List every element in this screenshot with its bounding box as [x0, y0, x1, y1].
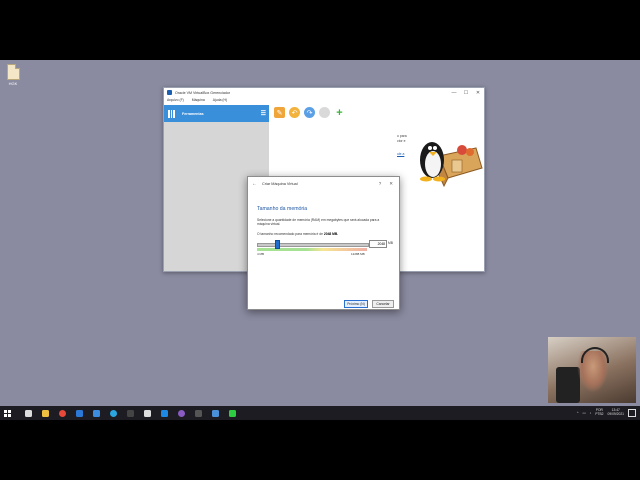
dialog-close-button[interactable]: ✕ [389, 181, 393, 187]
menu-machine[interactable]: Máquina [192, 98, 205, 102]
virtualbox-taskbar-icon[interactable] [212, 409, 219, 417]
back-arrow-icon[interactable]: ← [252, 181, 257, 187]
app-icon[interactable] [195, 409, 202, 417]
cancel-button[interactable]: Cancelar [372, 300, 394, 308]
desktop-file-icon[interactable]: HGK [4, 64, 22, 86]
create-vm-dialog: ← Criar Máquina Virtual ? ✕ Tamanho da m… [247, 176, 400, 310]
dialog-title: Criar Máquina Virtual [262, 182, 298, 186]
menu-bar: Arquivo (F) Máquina Ajuda (H) [164, 97, 484, 103]
tools-icon [168, 109, 177, 118]
slider-min-label: 4 MB [257, 252, 265, 256]
sidebar-item-tools[interactable]: Ferramentas ☰ [164, 105, 269, 122]
vscode-icon[interactable] [161, 409, 168, 417]
welcome-text: o para ctor e ule a [397, 134, 407, 157]
export-icon[interactable]: ↷ [304, 107, 315, 118]
slider-max-label: 12288 MB [351, 252, 365, 256]
system-tray: ^ ▭ ♪ POR PTB2 13:47 09/09/2021 [577, 409, 636, 417]
green-app-icon[interactable] [229, 409, 236, 417]
memory-slider[interactable] [257, 240, 369, 251]
file-explorer-icon[interactable] [42, 409, 49, 417]
slider-scale [257, 248, 367, 251]
window-titlebar[interactable]: Oracle VM VirtualBox Gerenciador — ☐ ✕ [164, 88, 484, 97]
desktop-icon-label: HGK [8, 81, 18, 86]
memory-input[interactable]: 2048 [369, 240, 387, 248]
close-button[interactable]: ✕ [472, 90, 484, 96]
dialog-titlebar[interactable]: ← Criar Máquina Virtual ? ✕ [248, 177, 399, 191]
new-machine-icon[interactable]: + [334, 107, 345, 119]
welcome-link[interactable]: ule a [397, 152, 407, 157]
telegram-icon[interactable] [110, 409, 117, 417]
notepad-icon[interactable] [144, 409, 151, 417]
slider-track[interactable] [257, 243, 369, 247]
preferences-icon[interactable]: ✎ [274, 107, 285, 118]
dialog-heading: Tamanho da memória [257, 206, 308, 212]
chrome-icon[interactable] [59, 409, 66, 417]
webcam-overlay [548, 337, 636, 403]
help-button[interactable]: ? [379, 181, 382, 187]
obs-icon[interactable] [178, 409, 185, 417]
taskbar: ^ ▭ ♪ POR PTB2 13:47 09/09/2021 [0, 406, 640, 420]
window-title: Oracle VM VirtualBox Gerenciador [175, 90, 231, 95]
memory-unit-label: MB [388, 241, 393, 245]
tux-penguin-icon [420, 142, 483, 188]
windows-start-icon[interactable] [4, 409, 11, 417]
notifications-icon[interactable] [628, 409, 636, 417]
slider-thumb[interactable] [274, 240, 280, 249]
next-button[interactable]: Próximo (N) [344, 300, 368, 308]
volume-icon[interactable]: ♪ [590, 411, 592, 415]
dialog-description: Selecione a quantidade de memória (RAM) … [257, 218, 380, 227]
language-indicator[interactable]: POR PTB2 [595, 409, 603, 416]
recommended-memory: O tamanho recomendado para memória é de … [257, 232, 339, 236]
list-menu-icon[interactable]: ☰ [261, 110, 266, 117]
clock[interactable]: 13:47 09/09/2021 [607, 409, 624, 416]
file-icon [6, 64, 20, 80]
main-toolbar: ✎ ↶ ↷ + [274, 107, 345, 119]
minimize-button[interactable]: — [448, 90, 460, 96]
edge-icon[interactable] [93, 409, 100, 417]
virtualbox-logo-icon [167, 90, 172, 95]
headphones-icon [581, 347, 609, 363]
terminal-icon[interactable] [127, 409, 134, 417]
maximize-button[interactable]: ☐ [460, 90, 472, 96]
tray-chevron-icon[interactable]: ^ [577, 411, 579, 415]
extensions-icon[interactable] [319, 107, 330, 118]
import-icon[interactable]: ↶ [289, 107, 300, 118]
menu-file[interactable]: Arquivo (F) [167, 98, 184, 102]
sidebar-tools-label: Ferramentas [182, 111, 204, 116]
menu-help[interactable]: Ajuda (H) [213, 98, 227, 102]
mail-icon[interactable] [76, 409, 83, 417]
network-icon[interactable]: ▭ [582, 411, 585, 415]
lock-icon[interactable] [25, 409, 32, 417]
